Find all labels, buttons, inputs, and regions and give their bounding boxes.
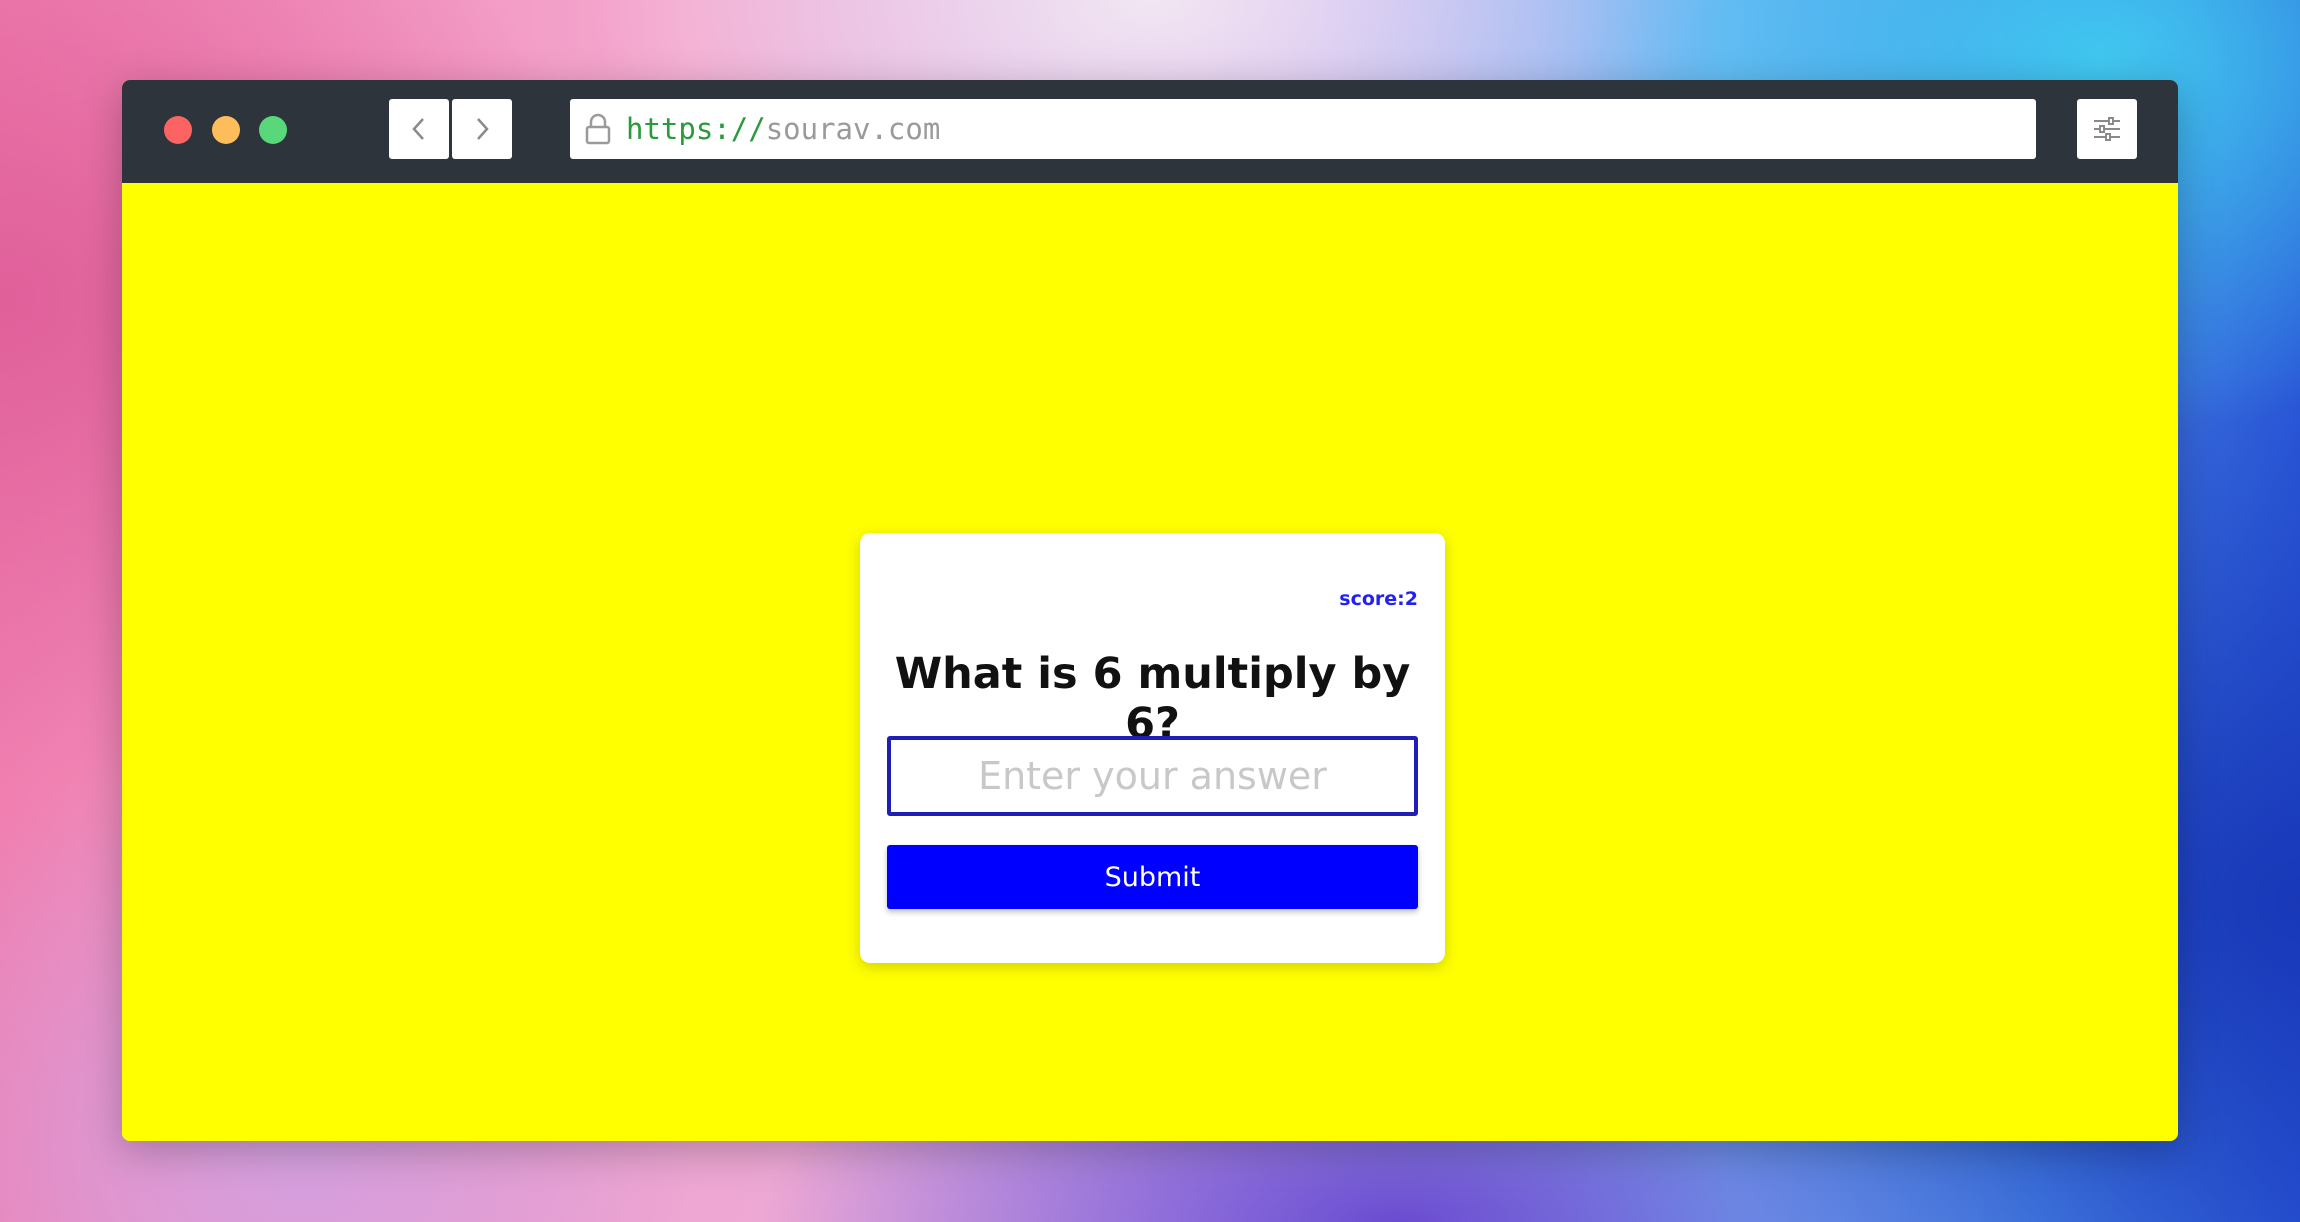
forward-button[interactable] [452,99,512,159]
question-text: What is 6 multiply by 6? [894,649,1411,749]
sliders-icon [2094,117,2120,141]
url-scheme: https:// [626,112,766,146]
submit-button[interactable]: Submit [887,845,1418,909]
url-host: sourav.com [765,112,941,146]
page-content: score:2 What is 6 multiply by 6? Submit [122,183,2178,1141]
score-label: score:2 [1339,588,1418,610]
browser-toolbar: https://sourav.com [122,80,2178,183]
browser-window: https://sourav.com score:2 What is 6 mul… [122,80,2178,1141]
maximize-window-button[interactable] [259,116,287,144]
quiz-card: score:2 What is 6 multiply by 6? Submit [860,533,1445,963]
close-window-button[interactable] [164,116,192,144]
answer-input[interactable] [887,736,1418,816]
minimize-window-button[interactable] [212,116,240,144]
back-button[interactable] [389,99,449,159]
chevron-right-icon [477,118,489,140]
address-bar[interactable]: https://sourav.com [570,99,2036,159]
settings-button[interactable] [2077,99,2137,159]
chevron-left-icon [412,118,424,140]
lock-icon [584,111,614,147]
